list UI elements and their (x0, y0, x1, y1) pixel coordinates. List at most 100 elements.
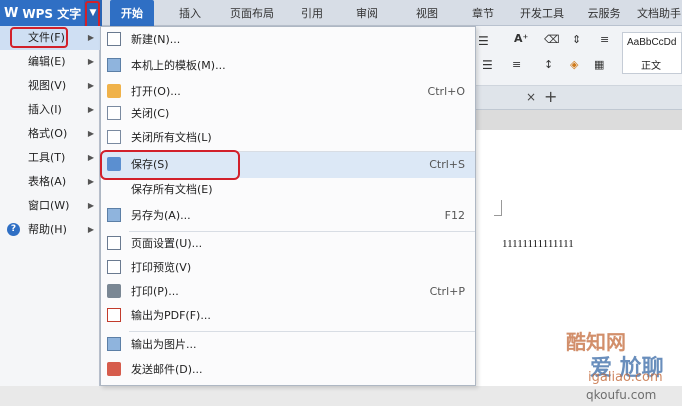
menu-item-format[interactable]: 格式(O) ▶ (0, 122, 100, 146)
menu-print[interactable]: 打印(P)... Ctrl+P (101, 279, 475, 305)
menu-label: 保存所有文档(E) (131, 183, 213, 196)
menu-print-preview[interactable]: 打印预览(V) (101, 255, 475, 281)
chevron-right-icon: ▶ (87, 153, 94, 162)
tab-doc-assistant[interactable]: 文档助手 (636, 0, 682, 26)
menu-label: 打印(P)... (131, 285, 179, 298)
menu-save-as[interactable]: 另存为(A)... F12 (101, 203, 475, 229)
menu-shortcut: F12 (444, 209, 465, 222)
wps-logo-icon: W (4, 5, 19, 21)
image-export-icon (107, 337, 121, 351)
menu-item-table[interactable]: 表格(A) ▶ (0, 170, 100, 194)
menu-page-setup[interactable]: 页面设置(U)... (101, 231, 475, 257)
site-watermark: 酷知网 爱 尬聊 igaliao.com qkoufu.com (526, 318, 682, 406)
save-highlight-box (100, 150, 240, 180)
menu-item-window[interactable]: 窗口(W) ▶ (0, 194, 100, 218)
menu-item-tools[interactable]: 工具(T) ▶ (0, 146, 100, 170)
menu-label: 本机上的模板(M)... (131, 59, 226, 72)
menu-item-label: 窗口(W) (28, 199, 70, 212)
close-document-icon (107, 106, 121, 120)
folder-open-icon (107, 84, 121, 98)
app-main-menu: 文件(F) ▶ 编辑(E) ▶ 视图(V) ▶ 插入(I) ▶ 格式(O) ▶ 工具(T)… (0, 26, 100, 386)
menu-label: 打印预览(V) (131, 261, 192, 274)
menu-label: 关闭所有文档(L) (131, 131, 212, 144)
menu-label: 新建(N)... (131, 33, 181, 46)
menu-item-label: 帮助(H) (28, 223, 67, 236)
ribbon-tab-bar: W WPS 文字 ▼ 开始 插入 页面布局 引用 审阅 视图 章节 开发工具 云… (0, 0, 682, 26)
tab-page-layout[interactable]: 页面布局 (222, 0, 282, 26)
file-submenu: 新建(N)... 本机上的模板(M)... 打开(O)... Ctrl+O 关闭… (100, 26, 476, 386)
chevron-right-icon: ▶ (87, 57, 94, 66)
menu-item-label: 视图(V) (28, 79, 67, 92)
justify-icon[interactable]: ☰ (482, 58, 493, 72)
menu-new[interactable]: 新建(N)... (101, 27, 475, 53)
close-tab-icon[interactable]: × (526, 90, 536, 104)
menu-label: 输出为PDF(F)... (131, 309, 211, 322)
print-preview-icon (107, 260, 121, 274)
document-page[interactable]: 11111111111111 酷知网 爱 尬聊 igaliao.com qkou… (476, 130, 682, 402)
menu-item-edit[interactable]: 编辑(E) ▶ (0, 50, 100, 74)
style-sample-text: AaBbCcDd (627, 37, 677, 48)
mail-icon (107, 362, 121, 376)
tab-insert[interactable]: 插入 (170, 0, 210, 26)
align-icon[interactable]: ☰ (478, 34, 489, 48)
chevron-right-icon: ▶ (87, 201, 94, 210)
line-spacing-icon[interactable]: ⇕ (572, 33, 581, 46)
chevron-right-icon: ▶ (87, 105, 94, 114)
document-tab-bar: × + (476, 86, 682, 110)
chevron-right-icon: ▶ (87, 81, 94, 90)
menu-item-label: 编辑(E) (28, 55, 66, 68)
menu-save-all[interactable]: 保存所有文档(E) (101, 177, 475, 203)
style-name: 正文 (641, 61, 661, 72)
menu-item-label: 工具(T) (28, 151, 66, 164)
menu-item-help[interactable]: ? 帮助(H) ▶ (0, 218, 100, 242)
dropdown-highlight-box (85, 1, 100, 29)
indent-icon[interactable]: ≡ (512, 58, 521, 71)
menu-send-mail[interactable]: 发送邮件(D)... (101, 357, 475, 383)
tab-cloud[interactable]: 云服务 (582, 0, 626, 26)
menu-item-label: 表格(A) (28, 175, 67, 188)
chevron-right-icon: ▶ (87, 129, 94, 138)
style-gallery-normal[interactable]: AaBbCcDd 正文 (622, 32, 682, 74)
chevron-right-icon: ▶ (87, 225, 94, 234)
menu-local-templates[interactable]: 本机上的模板(M)... (101, 53, 475, 79)
document-text: 11111111111111 (502, 238, 574, 250)
printer-icon (107, 284, 121, 298)
menu-label: 输出为图片... (131, 338, 197, 351)
font-grow-icon[interactable]: A⁺ (514, 32, 528, 45)
tab-references[interactable]: 引用 (296, 0, 328, 26)
pdf-icon (107, 308, 121, 322)
page-setup-icon (107, 236, 121, 250)
menu-item-label: 插入(I) (28, 103, 62, 116)
help-icon: ? (7, 223, 20, 236)
menu-item-insert[interactable]: 插入(I) ▶ (0, 98, 100, 122)
new-tab-icon[interactable]: + (544, 87, 557, 106)
menu-close[interactable]: 关闭(C) (101, 101, 475, 127)
file-menu-highlight-box (10, 27, 68, 48)
border-icon[interactable]: ▦ (594, 58, 604, 71)
menu-label: 发送邮件(D)... (131, 363, 203, 376)
close-all-icon (107, 130, 121, 144)
menu-label: 另存为(A)... (131, 209, 191, 222)
menu-export-image[interactable]: 输出为图片... (101, 332, 475, 358)
new-document-icon (107, 32, 121, 46)
list-icon[interactable]: ≡ (600, 33, 609, 46)
tab-home[interactable]: 开始 (110, 0, 154, 26)
menu-shortcut: Ctrl+P (429, 285, 465, 298)
menu-close-all[interactable]: 关闭所有文档(L) (101, 125, 475, 151)
tab-view[interactable]: 视图 (410, 0, 444, 26)
menu-export-pdf[interactable]: 输出为PDF(F)... (101, 303, 475, 329)
chevron-right-icon: ▶ (87, 177, 94, 186)
tab-review[interactable]: 审阅 (350, 0, 384, 26)
margin-corner-mark (494, 200, 502, 216)
document-area: 11111111111111 酷知网 爱 尬聊 igaliao.com qkou… (476, 110, 682, 402)
clear-format-icon[interactable]: ⌫ (544, 33, 560, 46)
app-menu-button[interactable]: W WPS 文字 (0, 0, 84, 26)
menu-item-view[interactable]: 视图(V) ▶ (0, 74, 100, 98)
tab-sections[interactable]: 章节 (466, 0, 500, 26)
template-icon (107, 58, 121, 72)
shading-icon[interactable]: ◈ (570, 58, 578, 71)
line-spacing-dropdown-icon[interactable]: ↕ (544, 58, 553, 71)
menu-label: 关闭(C) (131, 107, 170, 120)
tab-developer[interactable]: 开发工具 (516, 0, 568, 26)
menu-shortcut: Ctrl+S (429, 158, 465, 171)
